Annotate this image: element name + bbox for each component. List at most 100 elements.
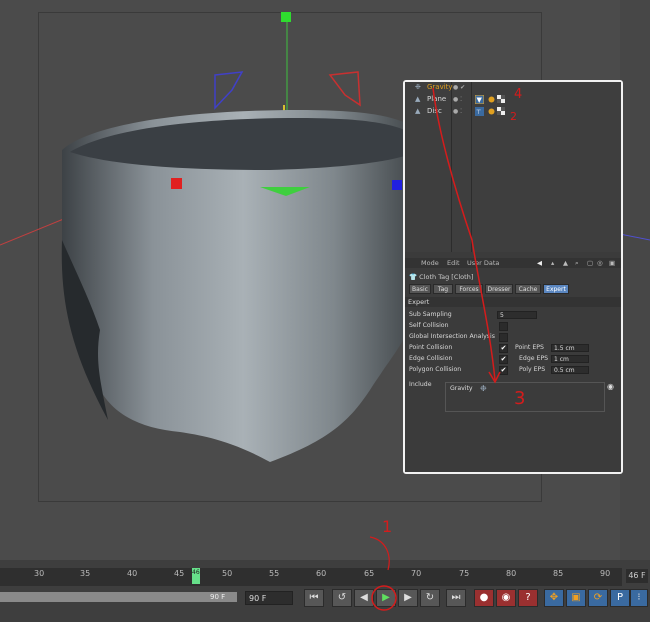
point-collision-label: Point Collision	[409, 344, 453, 351]
edge-collision-row: Edge Collision	[409, 354, 452, 364]
point-eps-label: Point EPS	[515, 344, 544, 351]
tick-label: 85	[553, 569, 564, 578]
object-row-disc[interactable]: ▲ Disc ● ⁚ ⊤	[405, 106, 621, 117]
menu-mode[interactable]: Mode	[421, 258, 439, 268]
tick-label: 50	[222, 569, 233, 578]
tick-label: 70	[411, 569, 422, 578]
range-end-label: 90 F	[210, 593, 226, 601]
x-handle	[171, 178, 182, 189]
tick-label: 45	[174, 569, 185, 578]
poly-eps-field[interactable]: 0.5 cm	[551, 366, 589, 374]
object-name: Plane	[427, 95, 447, 103]
sub-sampling-row: Sub Sampling	[409, 310, 452, 320]
timeline: 30 35 40 45 50 55 60 65 70 75 80 85 90 4…	[0, 560, 650, 622]
phong-tag-icon[interactable]	[487, 107, 496, 116]
svg-text:▼: ▼	[477, 96, 483, 104]
next-key-button[interactable]: ↻	[420, 589, 440, 607]
menu-edit[interactable]: Edit	[447, 258, 460, 268]
tag-title-text: Cloth Tag [Cloth]	[419, 273, 474, 281]
edge-collision-checkbox[interactable]: ✔	[499, 355, 508, 364]
phong-tag-icon[interactable]	[487, 95, 496, 104]
previous-frame-button[interactable]: ◀	[354, 589, 374, 607]
svg-text:⊤: ⊤	[476, 109, 481, 116]
plane-object-icon: ▲	[415, 95, 421, 103]
record-button[interactable]: ●	[474, 589, 494, 607]
tick-label: 60	[316, 569, 327, 578]
object-name: Disc	[427, 107, 442, 115]
object-manager: ❉ Gravity ● ✔ ▲ Plane ● ⁚ ▼ ▲ Disc ● ⁚ ⊤	[405, 82, 621, 252]
timeline-ruler[interactable]: 30 35 40 45 50 55 60 65 70 75 80 85 90	[0, 568, 622, 586]
pla-key-icon[interactable]: ⁝	[630, 589, 648, 607]
tab-dresser[interactable]: Dresser	[485, 284, 513, 294]
search-icon[interactable]: ⌕	[575, 258, 579, 268]
tab-tag[interactable]: Tag	[433, 284, 453, 294]
include-label: Include	[409, 381, 432, 388]
global-intersection-row: Global Intersection Analysis	[409, 332, 495, 342]
point-collision-row: Point Collision	[409, 343, 452, 353]
lock-icon[interactable]: ▢	[587, 258, 593, 268]
cloth-shirt-icon: 👕	[409, 273, 418, 281]
previous-key-button[interactable]: ↺	[332, 589, 352, 607]
sub-sampling-field[interactable]: 5	[497, 311, 537, 319]
keyframe-selection-button[interactable]: ?	[518, 589, 538, 607]
texture-tag-icon[interactable]	[497, 95, 506, 104]
move-key-icon[interactable]: ✥	[544, 589, 564, 607]
pointer-icon[interactable]: ▴	[551, 258, 554, 268]
playhead[interactable]: 46	[192, 568, 200, 584]
global-intersection-label: Global Intersection Analysis	[409, 333, 495, 340]
section-header-expert: Expert	[405, 297, 621, 307]
global-intersection-checkbox[interactable]	[499, 333, 508, 342]
object-row-plane[interactable]: ▲ Plane ● ⁚ ▼	[405, 94, 621, 105]
poly-eps-label: Poly EPS	[519, 366, 546, 373]
preview-range-slider[interactable]	[0, 592, 237, 602]
include-list[interactable]: Gravity ❉	[445, 382, 605, 412]
go-to-start-button[interactable]: ⏮	[304, 589, 324, 607]
object-row-gravity[interactable]: ❉ Gravity ● ✔	[405, 82, 621, 93]
settings-icon[interactable]: ◎	[597, 258, 603, 268]
self-collision-checkbox[interactable]	[499, 322, 508, 331]
rotate-gizmo-red	[328, 71, 361, 107]
max-frame-field[interactable]: 90 F	[245, 591, 293, 605]
tab-expert[interactable]: Expert	[543, 284, 569, 294]
tab-basic[interactable]: Basic	[409, 284, 431, 294]
y-handle	[281, 12, 291, 22]
autokey-button[interactable]: ◉	[496, 589, 516, 607]
scale-key-icon[interactable]: ▣	[566, 589, 586, 607]
tick-label: 80	[506, 569, 517, 578]
gravity-object-icon: ❉	[480, 384, 487, 393]
rotate-key-icon[interactable]: ⟳	[588, 589, 608, 607]
parameter-key-icon[interactable]: P	[610, 589, 630, 607]
next-frame-button[interactable]: ▶	[398, 589, 418, 607]
object-attribute-panel: ❉ Gravity ● ✔ ▲ Plane ● ⁚ ▼ ▲ Disc ● ⁚ ⊤…	[403, 80, 623, 474]
include-item-gravity[interactable]: Gravity	[450, 385, 473, 392]
texture-tag-icon[interactable]	[497, 107, 506, 116]
object-name: Gravity	[427, 83, 453, 91]
visibility-dots-icon[interactable]: ● ⁚	[453, 94, 462, 105]
edge-eps-field[interactable]: 1 cm	[551, 355, 589, 363]
collider-tag-icon[interactable]: ⊤	[475, 107, 484, 116]
visibility-dots-icon[interactable]: ● ✔	[453, 82, 465, 93]
cloth-tag-icon[interactable]: ▼	[475, 95, 484, 104]
play-forward-button[interactable]: ▶	[376, 589, 396, 607]
sub-sampling-label: Sub Sampling	[409, 311, 452, 318]
new-panel-icon[interactable]: ▣	[609, 258, 615, 268]
visibility-dots-icon[interactable]: ● ⁚	[453, 106, 462, 117]
clear-list-icon[interactable]: ◉	[607, 382, 614, 391]
tab-cache[interactable]: Cache	[515, 284, 541, 294]
tick-label: 65	[364, 569, 375, 578]
point-collision-checkbox[interactable]: ✔	[499, 344, 508, 353]
polygon-collision-row: Polygon Collision	[409, 365, 461, 375]
current-frame-display: 46 F	[626, 569, 648, 583]
go-to-end-button[interactable]: ⏭	[446, 589, 466, 607]
polygon-collision-checkbox[interactable]: ✔	[499, 366, 508, 375]
up-arrow-icon[interactable]: ▲	[563, 258, 568, 268]
point-eps-field[interactable]: 1.5 cm	[551, 344, 589, 352]
self-collision-label: Self Collision	[409, 322, 449, 329]
attribute-menu-bar: Mode Edit User Data ◀ ▴ ▲ ⌕ ▢ ◎ ▣	[405, 258, 621, 268]
back-arrow-icon[interactable]: ◀	[537, 258, 542, 268]
menu-user-data[interactable]: User Data	[467, 258, 499, 268]
rotate-gizmo-blue	[214, 71, 244, 110]
tab-forces[interactable]: Forces	[455, 284, 483, 294]
tick-label: 75	[459, 569, 470, 578]
tick-label: 35	[80, 569, 91, 578]
